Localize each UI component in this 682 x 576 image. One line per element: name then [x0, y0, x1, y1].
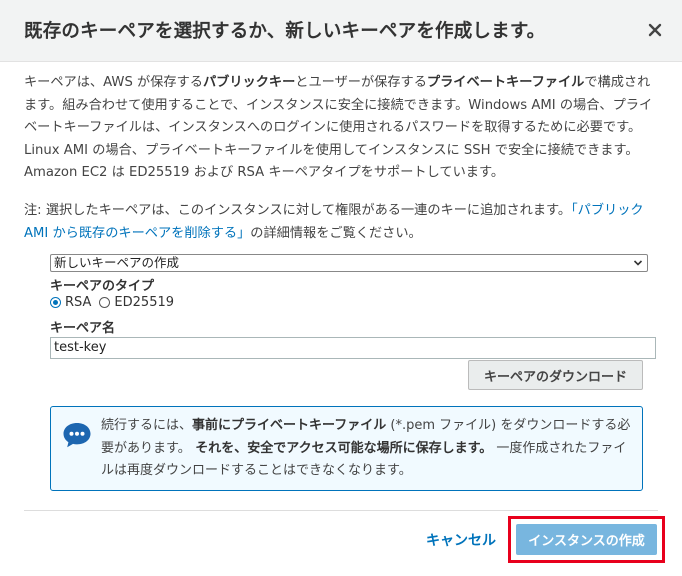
info-alert-text: 続行するには、事前にプライベートキーファイル (*.pem ファイル) をダウン… — [101, 418, 631, 478]
dialog-header: 既存のキーペアを選択するか、新しいキーペアを作成します。 — [0, 0, 682, 62]
create-instance-button[interactable]: インスタンスの作成 — [516, 524, 657, 555]
keypair-name-label: キーペア名 — [50, 321, 116, 336]
close-icon — [648, 23, 662, 37]
ed25519-radio[interactable] — [99, 297, 111, 308]
dialog-title: 既存のキーペアを選択するか、新しいキーペアを作成します。 — [24, 21, 546, 42]
public-key-term: パブリックキー — [202, 75, 296, 90]
chevron-down-icon — [633, 260, 643, 266]
chat-bubble-icon — [63, 423, 91, 448]
rsa-radio[interactable] — [50, 297, 61, 308]
keypair-type-radios: RSA ED25519 — [50, 295, 174, 310]
keypair-name-input[interactable]: test-key — [50, 337, 656, 359]
download-keypair-button[interactable]: キーペアのダウンロード — [468, 360, 643, 390]
rsa-radio-label: RSA — [65, 295, 92, 310]
keypair-type-label: キーペアのタイプ — [50, 279, 155, 294]
ed25519-radio-label: ED25519 — [114, 295, 175, 310]
private-key-file-term: プライベートキーファイル — [426, 75, 585, 90]
description-text: キーペアは、AWS が保存するパブリックキーとユーザーが保存するプライベートキー… — [24, 75, 653, 181]
highlight-box: インスタンスの作成 — [508, 516, 665, 563]
keypair-dialog: 既存のキーペアを選択するか、新しいキーペアを作成します。 キーペアは、AWS が… — [0, 0, 682, 576]
info-alert: 続行するには、事前にプライベートキーファイル (*.pem ファイル) をダウン… — [50, 406, 643, 491]
note-text: 注: 選択したキーペアは、このインスタンスに対して権限がある一連のキーに追加され… — [24, 203, 644, 241]
keypair-select-value: 新しいキーペアの作成 — [54, 255, 180, 270]
keypair-select[interactable]: 新しいキーペアの作成 — [50, 254, 648, 272]
cancel-button[interactable]: キャンセル — [426, 530, 496, 550]
close-button[interactable] — [642, 17, 668, 43]
footer-divider — [24, 510, 658, 511]
